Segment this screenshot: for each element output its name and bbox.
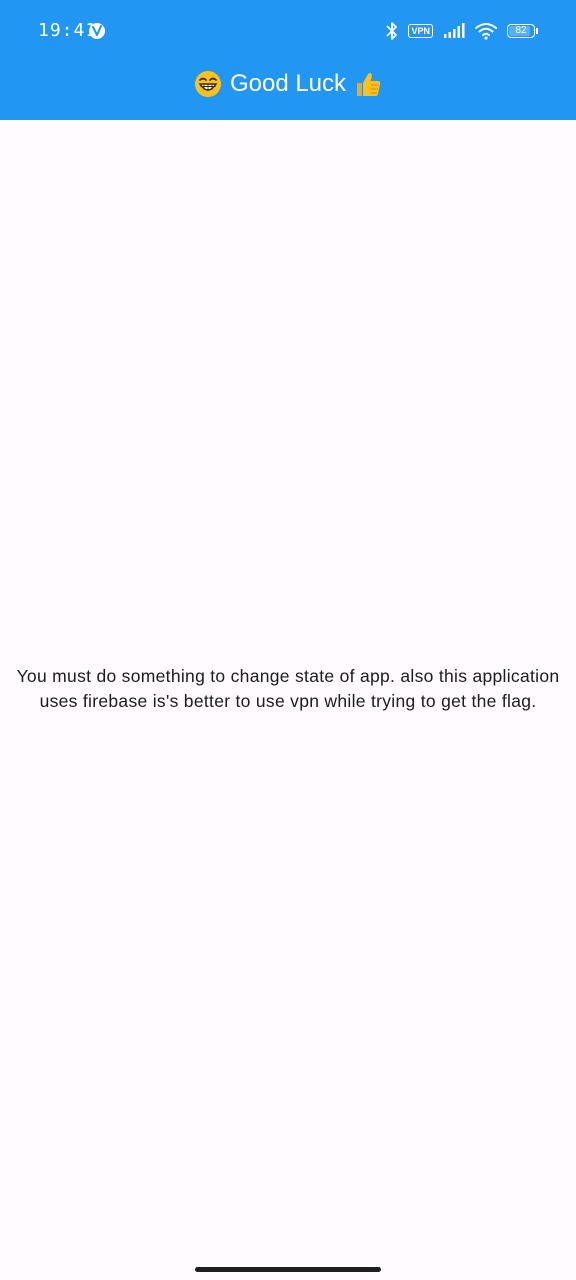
app-title: Good Luck [229, 70, 347, 97]
instruction-message: You must do something to change state of… [0, 664, 576, 714]
vpn-icon: VPN [408, 24, 433, 38]
thumbs-up-icon [354, 70, 382, 98]
battery-icon: 82 [507, 24, 538, 38]
status-bar: 19:41 VPN 82 [0, 0, 576, 62]
app-badge-icon [89, 23, 105, 39]
message-line-1: You must do something to change state of… [16, 666, 560, 686]
bluetooth-icon [386, 21, 398, 41]
grinning-face-icon [194, 70, 222, 98]
status-icons: VPN 82 [376, 20, 538, 42]
wifi-icon [475, 22, 497, 40]
battery-cap [536, 28, 538, 34]
message-line-2: uses firebase is's better to use vpn whi… [39, 691, 537, 711]
app-bar: 19:41 VPN 82 Good Luck [0, 0, 576, 120]
app-screen: 19:41 VPN 82 Good Luck You must do somet… [0, 0, 576, 1280]
home-indicator[interactable] [195, 1267, 381, 1272]
signal-icon [443, 23, 465, 39]
app-bar-title-row: Good Luck [0, 62, 576, 106]
battery-body: 82 [507, 24, 535, 38]
battery-level: 82 [515, 25, 527, 36]
